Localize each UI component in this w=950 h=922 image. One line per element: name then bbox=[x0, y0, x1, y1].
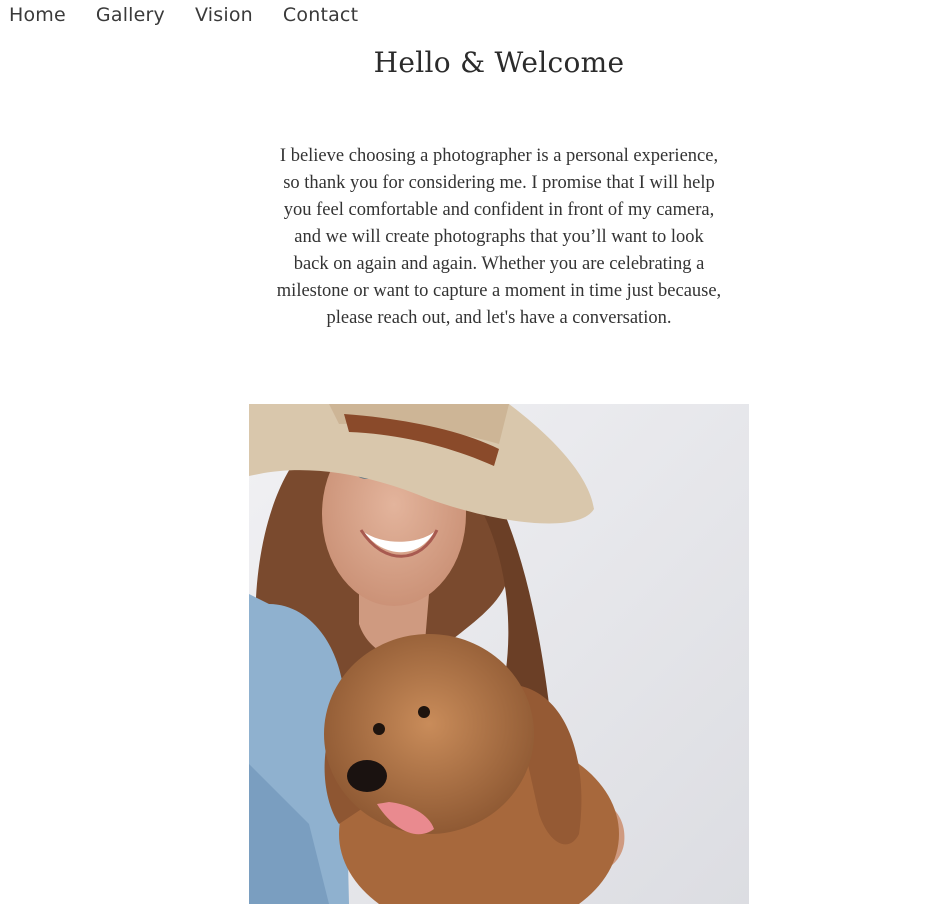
nav-vision-link[interactable]: Vision bbox=[195, 1, 253, 29]
main-nav: Home Gallery Vision Contact bbox=[9, 1, 388, 29]
page-title: Hello & Welcome bbox=[373, 46, 625, 79]
nav-home-link[interactable]: Home bbox=[9, 1, 66, 29]
nav-contact-link[interactable]: Contact bbox=[283, 1, 358, 29]
nav-gallery-link[interactable]: Gallery bbox=[96, 1, 165, 29]
intro-paragraph: I believe choosing a photographer is a p… bbox=[276, 146, 722, 328]
portrait-photo bbox=[249, 404, 749, 904]
